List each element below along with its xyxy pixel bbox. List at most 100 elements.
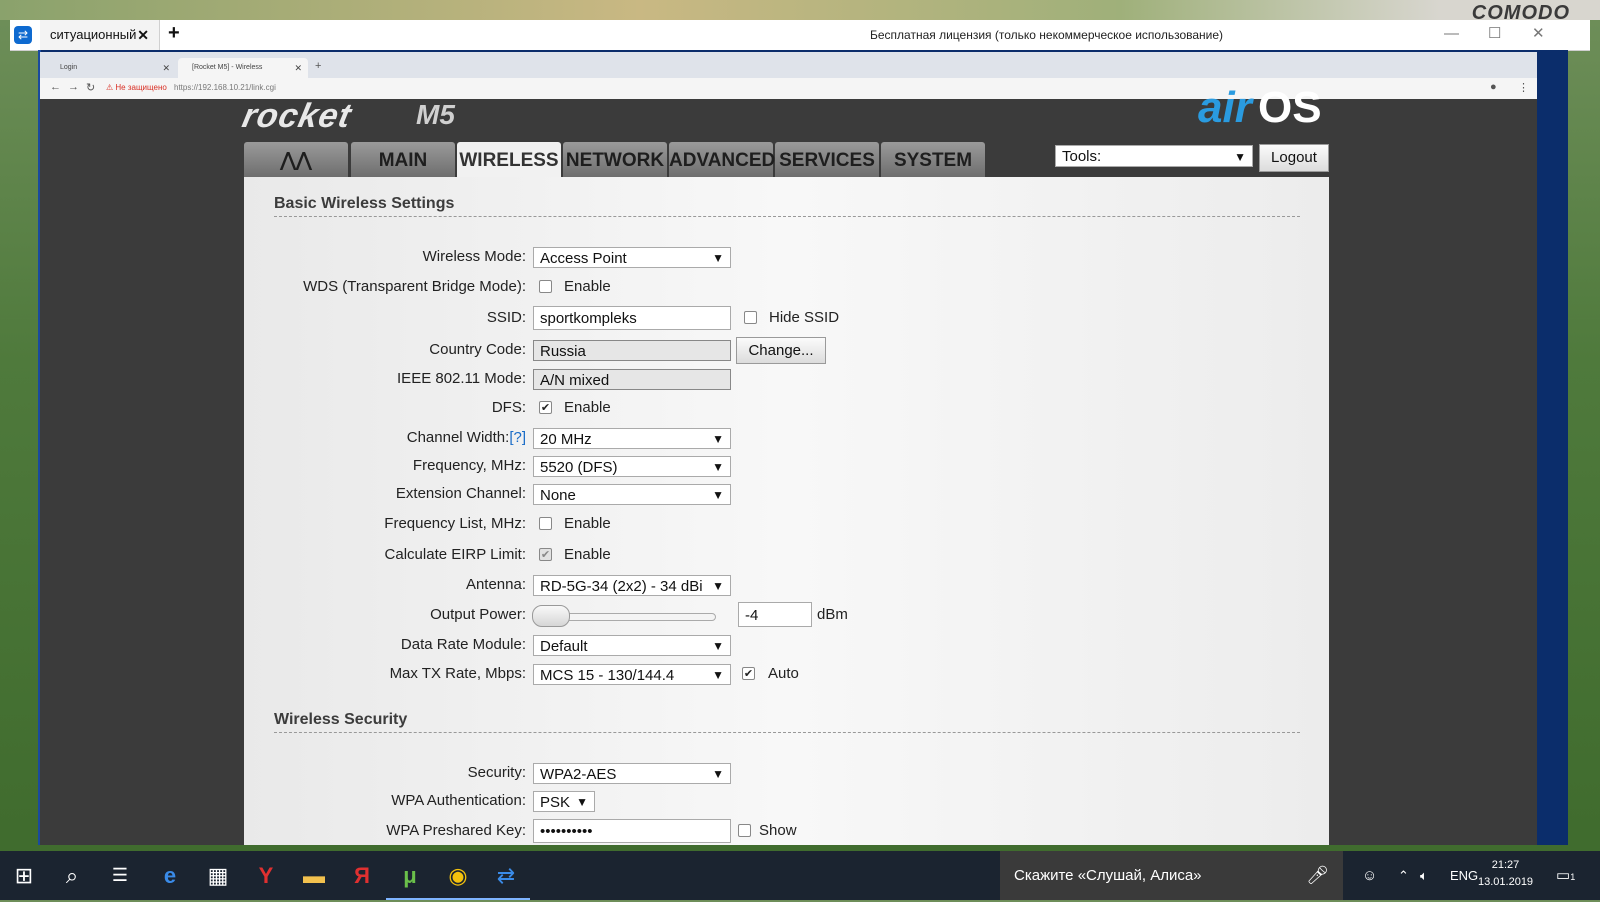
- change-country-button[interactable]: Change...: [736, 337, 826, 364]
- max-tx-auto-label: Auto: [768, 665, 799, 682]
- tab-system[interactable]: SYSTEM: [881, 142, 985, 177]
- search-icon[interactable]: ⌕: [48, 851, 96, 900]
- yandex-browser-icon[interactable]: Y: [242, 851, 290, 900]
- dropdown-arrow-icon: ▼: [712, 668, 724, 682]
- tab-logo[interactable]: ⋀⋀: [244, 142, 348, 177]
- chevron-up-icon[interactable]: ⌃: [1398, 851, 1409, 900]
- url-input[interactable]: https://192.168.10.21/link.cgi: [174, 83, 276, 92]
- dropdown-arrow-icon: ▼: [712, 460, 724, 474]
- show-psk-checkbox[interactable]: [738, 824, 751, 837]
- teamviewer-icon[interactable]: ⇄: [14, 26, 32, 44]
- output-power-input[interactable]: -4: [738, 602, 812, 627]
- tab-services[interactable]: SERVICES: [775, 142, 879, 177]
- new-tab-icon[interactable]: +: [315, 60, 321, 72]
- eirp-checkbox[interactable]: ✔: [539, 548, 552, 561]
- browser-tab-label: [Rocket M5] - Wireless: [192, 64, 263, 71]
- hide-ssid-checkbox[interactable]: [744, 311, 757, 324]
- close-icon[interactable]: ✕: [137, 20, 149, 50]
- frequency-list-checkbox[interactable]: [539, 517, 552, 530]
- close-icon[interactable]: ✕: [294, 58, 302, 78]
- extension-channel-select[interactable]: None ▼: [533, 484, 731, 505]
- taskbar: ⊞ ⌕ ☰ e ▦ Y ▬ Я μ ◉ ⇄ Скажите «Слушай, А…: [0, 851, 1600, 900]
- dfs-checkbox[interactable]: ✔: [539, 401, 552, 414]
- minimize-icon[interactable]: —: [1444, 20, 1459, 48]
- yandex-icon[interactable]: Я: [338, 851, 386, 900]
- close-window-icon[interactable]: ✕: [1532, 20, 1545, 48]
- browser-tab-strip: Login ✕ [Rocket M5] - Wireless ✕ +: [40, 52, 1537, 78]
- security-select[interactable]: WPA2-AES ▼: [533, 763, 731, 784]
- section-title-security: Wireless Security: [274, 711, 408, 728]
- max-tx-auto-checkbox[interactable]: ✔: [742, 667, 755, 680]
- volume-icon[interactable]: 🔈︎: [1420, 851, 1428, 900]
- channel-width-select[interactable]: 20 MHz ▼: [533, 428, 731, 449]
- browser-tab-label: Login: [60, 64, 78, 71]
- airos-logo-a: air: [1198, 83, 1252, 132]
- psk-label: WPA Preshared Key:: [386, 822, 526, 839]
- clock-time: 21:27: [1491, 859, 1520, 871]
- session-tab-label: ситуационный: [50, 27, 137, 42]
- notifications-icon[interactable]: ▭1: [1556, 851, 1575, 902]
- browser-tab-wireless[interactable]: [Rocket M5] - Wireless ✕: [178, 58, 308, 78]
- tab-network[interactable]: NETWORK: [563, 142, 667, 177]
- antenna-select[interactable]: RD-5G-34 (2x2) - 34 dBi ▼: [533, 575, 731, 596]
- extension-channel-label: Extension Channel:: [395, 485, 526, 502]
- psk-input[interactable]: ••••••••••: [533, 819, 731, 843]
- dfs-option-label: Enable: [564, 399, 611, 416]
- close-icon[interactable]: ✕: [162, 58, 170, 78]
- max-tx-select[interactable]: MCS 15 - 130/144.4 ▼: [533, 664, 731, 685]
- start-icon[interactable]: ⊞: [0, 851, 48, 900]
- help-link[interactable]: [?]: [509, 429, 526, 446]
- teamviewer-taskbar-icon[interactable]: ⇄: [482, 851, 530, 900]
- browser-tab-login[interactable]: Login ✕: [46, 58, 176, 78]
- utorrent-icon[interactable]: μ: [386, 851, 434, 900]
- voice-search-box[interactable]: Скажите «Слушай, Алиса» 🎤︎: [1000, 851, 1343, 900]
- ssid-input[interactable]: sportkompleks: [533, 306, 731, 330]
- airos-logo-b: OS: [1258, 83, 1322, 132]
- output-power-slider-handle[interactable]: [532, 605, 570, 627]
- clock[interactable]: 21:27 13.01.2019: [1478, 857, 1533, 891]
- wds-checkbox[interactable]: [539, 280, 552, 293]
- data-rate-select[interactable]: Default ▼: [533, 635, 731, 656]
- tools-select[interactable]: Tools: ▼: [1055, 145, 1253, 167]
- ieee-mode-label: IEEE 802.11 Mode:: [397, 370, 526, 387]
- logout-button[interactable]: Logout: [1259, 144, 1329, 172]
- back-icon[interactable]: ←: [50, 81, 61, 93]
- rocket-logo: rocket: [239, 97, 356, 135]
- security-label: Security:: [467, 764, 526, 781]
- maximize-icon[interactable]: ☐: [1488, 20, 1501, 48]
- tab-wireless[interactable]: WIRELESS: [457, 142, 561, 177]
- wpa-auth-select[interactable]: PSK ▼: [533, 791, 595, 812]
- people-icon[interactable]: ☺: [1362, 851, 1377, 900]
- task-view-icon[interactable]: ☰: [96, 851, 144, 900]
- dropdown-arrow-icon: ▼: [712, 432, 724, 446]
- channel-width-label: Channel Width:[?]: [406, 429, 526, 446]
- dropdown-arrow-icon: ▼: [712, 767, 724, 781]
- session-tab[interactable]: ситуационный ✕: [40, 20, 160, 50]
- explorer-icon[interactable]: ▬: [290, 851, 338, 900]
- store-icon[interactable]: ▦: [194, 851, 242, 900]
- frequency-list-label: Frequency List, MHz:: [384, 515, 526, 532]
- section-divider: [274, 732, 1300, 733]
- edge-icon[interactable]: e: [146, 851, 194, 900]
- not-secure-warning[interactable]: ⚠ Не защищено: [106, 83, 167, 92]
- dropdown-arrow-icon: ▼: [576, 795, 588, 809]
- new-session-button[interactable]: +: [168, 22, 180, 45]
- microphone-icon[interactable]: 🎤︎: [1306, 851, 1329, 900]
- account-icon[interactable]: ●: [1490, 81, 1497, 93]
- dfs-label: DFS:: [491, 399, 526, 416]
- frequency-select[interactable]: 5520 (DFS) ▼: [533, 456, 731, 477]
- eirp-label: Calculate EIRP Limit:: [384, 546, 526, 563]
- desktop-background: COMODO: [0, 0, 1600, 24]
- tab-main[interactable]: MAIN: [351, 142, 455, 177]
- ieee-mode-field: A/N mixed: [533, 369, 731, 390]
- reload-icon[interactable]: ↻: [86, 81, 95, 94]
- chrome-icon[interactable]: ◉: [434, 851, 482, 900]
- language-indicator[interactable]: ENG: [1450, 851, 1478, 900]
- clock-date: 13.01.2019: [1478, 876, 1534, 888]
- menu-icon[interactable]: ⋮: [1518, 81, 1529, 94]
- forward-icon[interactable]: →: [68, 81, 79, 93]
- dropdown-arrow-icon: ▼: [712, 639, 724, 653]
- wireless-mode-select[interactable]: Access Point ▼: [533, 247, 731, 268]
- router-page: rocket M5 air OS ⋀⋀ MAIN WIRELESS NETWOR…: [40, 83, 1537, 845]
- tab-advanced[interactable]: ADVANCED: [669, 142, 775, 177]
